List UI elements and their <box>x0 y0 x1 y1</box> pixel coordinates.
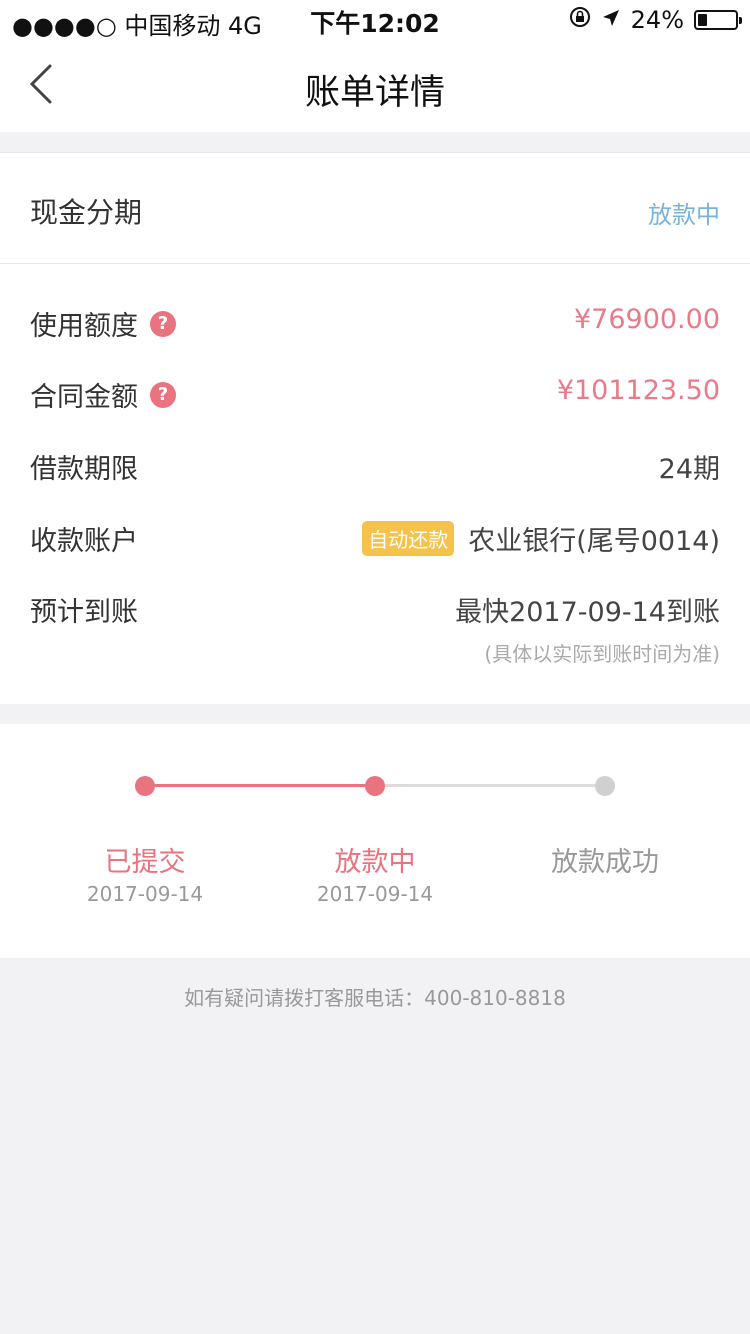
detail-row-expected-arrival: 预计到账 最快2017-09-14到账 <box>30 590 720 640</box>
detail-row-credit-used: 使用额度 ? ¥76900.00 <box>30 304 720 354</box>
status-badge: 放款中 <box>648 201 720 229</box>
product-card: 现金分期 放款中 <box>0 152 750 264</box>
step-dot-success <box>595 776 615 796</box>
bill-detail-page: ●●●●○ 中国移动 4G 下午12:02 24% 账单详情 现金分期 放款中 <box>0 0 750 1334</box>
status-bar: ●●●●○ 中国移动 4G 下午12:02 24% <box>0 0 750 40</box>
step-date-disbursing: 2017-09-14 <box>316 882 434 906</box>
help-icon[interactable]: ? <box>150 310 176 337</box>
progress-card: 已提交 放款中 放款成功 2017-09-14 2017-09-14 <box>0 724 750 958</box>
step-label-submitted: 已提交 <box>104 847 186 878</box>
battery-fill <box>698 14 707 26</box>
nav-bar: 账单详情 <box>0 40 750 132</box>
battery-percent: 24% <box>630 6 684 34</box>
step-dot-disbursing <box>365 776 385 796</box>
detail-label: 预计到账 <box>30 597 138 628</box>
detail-value: 最快2017-09-14到账 <box>455 597 720 628</box>
help-icon[interactable]: ? <box>150 381 176 408</box>
step-label-success: 放款成功 <box>551 847 659 878</box>
details-card: 使用额度 ? ¥76900.00 合同金额 ? ¥101123.50 借款期限 … <box>0 264 750 704</box>
detail-row-contract-amount: 合同金额 ? ¥101123.50 <box>30 375 720 425</box>
detail-value-wrap: 自动还款 农业银行(尾号0014) <box>362 519 720 558</box>
progress-track-done <box>155 784 365 787</box>
progress-track-pending <box>385 784 595 787</box>
customer-service-hotline[interactable]: 如有疑问请拨打客服电话：400-810-8818 <box>0 982 750 1011</box>
product-label: 现金分期 <box>30 196 143 229</box>
detail-label: 合同金额 <box>30 382 138 413</box>
orientation-lock-icon <box>569 6 591 34</box>
detail-value: ¥76900.00 <box>573 304 720 335</box>
detail-label: 收款账户 <box>30 526 138 557</box>
status-right: 24% <box>569 6 742 34</box>
step-date-submitted: 2017-09-14 <box>86 882 204 906</box>
step-dot-submitted <box>135 776 155 796</box>
detail-value: 24期 <box>658 454 720 485</box>
page-title: 账单详情 <box>304 73 445 113</box>
detail-label: 使用额度 <box>30 311 138 342</box>
detail-row-receiving-account: 收款账户 自动还款 农业银行(尾号0014) <box>30 519 720 569</box>
detail-value: ¥101123.50 <box>556 375 720 406</box>
detail-value: 农业银行(尾号0014) <box>468 526 720 557</box>
detail-row-loan-term: 借款期限 24期 <box>30 447 720 497</box>
step-label-disbursing: 放款中 <box>334 847 416 878</box>
location-arrow-icon <box>601 6 621 34</box>
detail-label: 借款期限 <box>30 454 138 485</box>
auto-repay-badge: 自动还款 <box>362 521 455 556</box>
battery-icon <box>694 10 742 30</box>
arrival-note: (具体以实际到账时间为准) <box>484 642 720 666</box>
